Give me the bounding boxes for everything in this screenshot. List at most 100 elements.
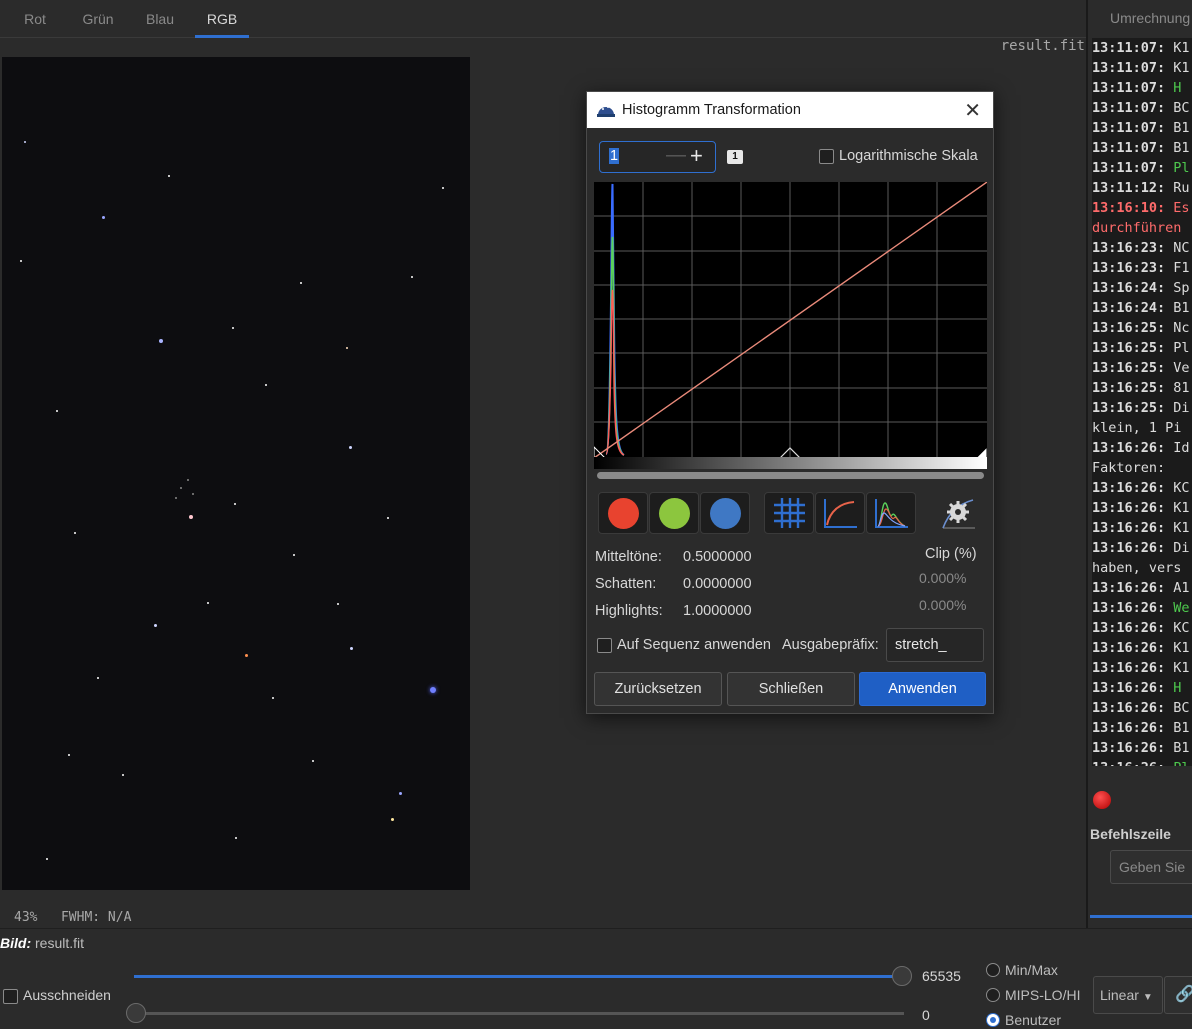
log-text: K1 bbox=[1173, 60, 1190, 76]
low-slider-thumb[interactable] bbox=[126, 1003, 146, 1023]
close-icon[interactable]: ✕ bbox=[964, 98, 981, 123]
log-line: 13:16:26: K1 bbox=[1092, 498, 1192, 518]
histogram-svg bbox=[594, 182, 987, 458]
log-line: 13:16:26: KC bbox=[1092, 478, 1192, 498]
histogram-icon bbox=[875, 499, 908, 528]
prefix-input[interactable]: stretch_ bbox=[886, 628, 984, 662]
log-line: 13:16:26: KC bbox=[1092, 618, 1192, 638]
log-time: 13:16:26: bbox=[1092, 760, 1173, 766]
high-slider-thumb[interactable] bbox=[892, 966, 912, 986]
log-line: 13:16:25: Nc bbox=[1092, 318, 1192, 338]
log-time: 13:16:25: bbox=[1092, 380, 1174, 396]
log-line: 13:11:07: H bbox=[1092, 78, 1192, 98]
mode-benutzer[interactable]: Benutzer bbox=[986, 1012, 1061, 1028]
log-time: 13:16:26: bbox=[1092, 600, 1174, 616]
image-name-line: Bild: result.fit bbox=[0, 935, 84, 951]
blue-channel-icon bbox=[710, 498, 741, 529]
log-text: K1 bbox=[1173, 660, 1190, 676]
mode-minmax[interactable]: Min/Max bbox=[986, 962, 1058, 978]
green-channel-button[interactable] bbox=[649, 492, 699, 534]
sequence-box[interactable] bbox=[597, 637, 612, 653]
histogram-toggle-button[interactable] bbox=[866, 492, 916, 534]
shadows-value[interactable]: 0.0000000 bbox=[683, 576, 752, 592]
log-text: K1 bbox=[1173, 520, 1190, 536]
log-line: 13:16:26: K1 bbox=[1092, 658, 1192, 678]
radio-minmax[interactable] bbox=[986, 963, 1000, 977]
highlights-label: Highlights: bbox=[595, 603, 663, 619]
shadows-label: Schatten: bbox=[595, 576, 657, 592]
histogram-plot[interactable] bbox=[594, 182, 987, 458]
log-time: 13:16:26: bbox=[1092, 520, 1174, 536]
stretch-select[interactable]: Linear ▼ bbox=[1093, 976, 1163, 1014]
mode-benutzer-label: Benutzer bbox=[1005, 1012, 1062, 1028]
crop-checkbox-box[interactable] bbox=[3, 988, 18, 1004]
sequence-checkbox[interactable]: Auf Sequenz anwenden bbox=[597, 637, 771, 653]
stop-icon[interactable] bbox=[1093, 791, 1111, 809]
log-scale-box[interactable] bbox=[819, 148, 834, 164]
radio-benutzer[interactable] bbox=[986, 1013, 1000, 1027]
link-button[interactable]: 🔗 bbox=[1164, 976, 1192, 1014]
close-button[interactable]: Schließen bbox=[727, 672, 855, 706]
crop-checkbox[interactable]: Ausschneiden bbox=[3, 987, 111, 1004]
reset-button[interactable]: Zurücksetzen bbox=[594, 672, 722, 706]
radio-mips[interactable] bbox=[986, 988, 1000, 1002]
log-text: B1 bbox=[1173, 300, 1190, 316]
log-scale-checkbox[interactable]: Logarithmische Skala bbox=[819, 148, 978, 164]
auto-stretch-button[interactable] bbox=[937, 492, 981, 534]
plus-icon[interactable]: + bbox=[690, 143, 703, 169]
histogram-scrollbar[interactable] bbox=[597, 472, 984, 479]
log-line: 13:11:07: K1 bbox=[1092, 38, 1192, 58]
zoom-level: 43% bbox=[14, 910, 38, 925]
log-text: Id bbox=[1173, 440, 1190, 456]
log-line: durchführen bbox=[1092, 218, 1192, 238]
log-text: Di bbox=[1173, 540, 1190, 556]
log-line: 13:16:25: Pl bbox=[1092, 338, 1192, 358]
log-text: Di bbox=[1173, 400, 1190, 416]
low-slider[interactable] bbox=[134, 1012, 904, 1015]
tab-umrechnung[interactable]: Umrechnung bbox=[1110, 10, 1190, 26]
log-text: klein, 1 Pi bbox=[1092, 420, 1182, 436]
log-text: Es bbox=[1173, 200, 1190, 216]
highlights-value[interactable]: 1.0000000 bbox=[683, 603, 752, 619]
log-line: 13:16:24: B1 bbox=[1092, 298, 1192, 318]
layer-value[interactable]: 1 bbox=[609, 148, 620, 164]
high-slider[interactable] bbox=[134, 975, 904, 978]
right-panel: Umrechnung 13:11:07: K1 13:11:07: K1 13:11… bbox=[1086, 0, 1192, 928]
minus-icon[interactable]: — bbox=[666, 144, 686, 167]
image-canvas[interactable] bbox=[2, 57, 470, 890]
grid-toggle-button[interactable] bbox=[764, 492, 814, 534]
command-input[interactable]: Geben Sie bbox=[1110, 850, 1192, 884]
log-text: 81 bbox=[1173, 380, 1190, 396]
layer-spinbox[interactable]: 1 — + bbox=[599, 141, 716, 173]
log-text: durchführen bbox=[1092, 220, 1182, 236]
log-line: 13:11:07: B1 bbox=[1092, 138, 1192, 158]
red-channel-button[interactable] bbox=[598, 492, 648, 534]
image-statusline: 43% FWHM: N/A bbox=[14, 910, 131, 925]
log-line: 13:16:25: 81 bbox=[1092, 378, 1192, 398]
log-time: 13:16:10: bbox=[1092, 200, 1174, 216]
log-text: haben, vers bbox=[1092, 560, 1182, 576]
log-line: 13:11:07: BC bbox=[1092, 98, 1192, 118]
midtones-value[interactable]: 0.5000000 bbox=[683, 549, 752, 565]
dialog-titlebar[interactable]: Histogramm Transformation ✕ bbox=[587, 92, 993, 128]
tab-rgb[interactable]: RGB bbox=[195, 0, 249, 38]
prefix-label: Ausgabepräfix: bbox=[782, 637, 879, 653]
log-text: K1 bbox=[1173, 40, 1190, 56]
tab-rot[interactable]: Rot bbox=[14, 0, 56, 38]
low-value: 0 bbox=[922, 1007, 930, 1023]
console-log[interactable]: 13:11:07: K1 13:11:07: K1 13:11:07: H 13:11… bbox=[1092, 38, 1192, 766]
log-line: 13:16:25: Di bbox=[1092, 398, 1192, 418]
mode-mips[interactable]: MIPS-LO/HI bbox=[986, 987, 1080, 1003]
log-time: 13:16:26: bbox=[1092, 620, 1174, 636]
tab-blau[interactable]: Blau bbox=[138, 0, 182, 38]
apply-button[interactable]: Anwenden bbox=[859, 672, 986, 706]
log-text: KC bbox=[1173, 620, 1190, 636]
red-channel-icon bbox=[608, 498, 639, 529]
blue-channel-button[interactable] bbox=[700, 492, 750, 534]
tab-gruen[interactable]: Grün bbox=[72, 0, 124, 38]
log-time: 13:16:26: bbox=[1092, 640, 1174, 656]
curve-toggle-button[interactable] bbox=[815, 492, 865, 534]
log-text: Pl bbox=[1173, 760, 1189, 766]
log-text: We bbox=[1173, 600, 1190, 616]
clip-label: Clip (%) bbox=[925, 546, 977, 562]
